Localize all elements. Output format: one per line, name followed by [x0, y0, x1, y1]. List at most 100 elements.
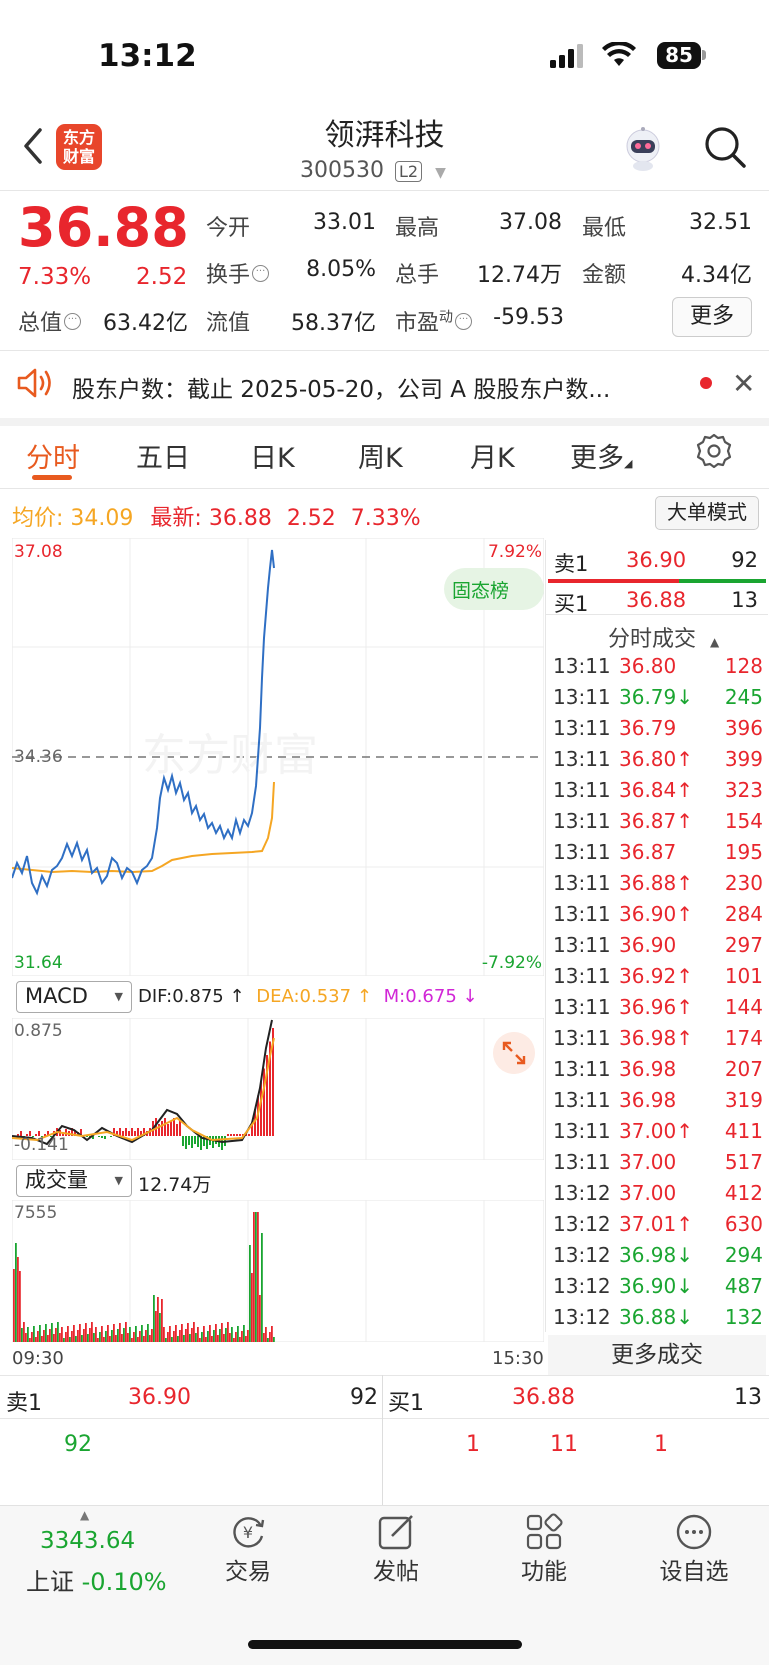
gear-icon[interactable]	[695, 432, 733, 470]
tick-volume: 132	[724, 1305, 763, 1329]
tick-time: 13:11	[553, 902, 611, 926]
sell1-price: 36.90	[626, 548, 687, 572]
robot-assistant-icon[interactable]	[618, 124, 668, 174]
tick-price: 37.00↑	[619, 1119, 693, 1143]
tick-arrow: ↑	[676, 809, 694, 833]
tick-row: 13:11 36.98 207	[553, 1057, 763, 1088]
avg-value: 34.09	[70, 506, 134, 531]
macd-bar	[137, 1128, 139, 1136]
tick-price-value: 36.79	[619, 716, 677, 740]
tab-more[interactable]: 更多◢	[570, 436, 632, 475]
tick-price-value: 36.92	[619, 964, 677, 988]
index-value[interactable]: 3343.64	[40, 1528, 135, 1554]
volume-bar	[187, 1323, 189, 1342]
macd-dea: DEA:0.537 ↑	[256, 986, 372, 1007]
macd-bar	[122, 1131, 124, 1136]
svg-text:¥: ¥	[243, 1523, 253, 1542]
turnover-label[interactable]: 换手 ···	[206, 257, 270, 289]
tick-volume: 128	[724, 654, 763, 678]
tick-price: 36.90	[619, 933, 676, 957]
volume-bar	[81, 1335, 83, 1342]
index-ticker[interactable]: 上证 -0.10%	[26, 1562, 167, 1597]
more-button[interactable]: 更多	[672, 297, 752, 337]
macd-chart[interactable]: 0.875 -0.141	[12, 1018, 544, 1160]
volume-bar	[219, 1329, 221, 1342]
macd-dropdown[interactable]: MACD ▼	[16, 981, 132, 1013]
volume-bar	[207, 1331, 209, 1342]
intraday-chart[interactable]: 东方财富 37.08 34.36 31.64 7.92% -7.92% 固态榜	[12, 538, 544, 976]
tick-trades-header[interactable]: 分时成交 ▲	[608, 621, 719, 653]
tick-time: 13:11	[553, 1119, 611, 1143]
macd-bar	[128, 1131, 130, 1136]
volume-bar	[121, 1334, 123, 1342]
pe-label[interactable]: 市盈动 ···	[395, 305, 473, 337]
search-icon[interactable]	[702, 124, 748, 170]
close-icon[interactable]: ✕	[732, 367, 755, 400]
volume-bar	[231, 1327, 233, 1342]
tick-price-value: 36.87	[619, 840, 677, 864]
tab-intraday[interactable]: 分时	[26, 436, 80, 475]
volume-bar	[89, 1328, 91, 1342]
volume-bar	[93, 1333, 95, 1342]
tick-price: 37.00	[619, 1150, 676, 1174]
pct-axis-bottom: -7.92%	[482, 953, 542, 973]
home-indicator[interactable]	[248, 1640, 522, 1649]
volume-bar	[91, 1322, 93, 1342]
notice-text[interactable]: 股东户数：截止 2025-05-20，公司 A 股股东户数...	[72, 370, 662, 404]
quote-divider	[0, 350, 769, 351]
more-trades-button[interactable]: 更多成交	[548, 1335, 766, 1375]
tab-weekly-k[interactable]: 周K	[358, 436, 403, 475]
tick-row: 13:11 36.80↑ 399	[553, 747, 763, 778]
volume-bar	[115, 1335, 117, 1342]
volume-bar	[143, 1336, 145, 1342]
tick-trades-title: 分时成交	[608, 627, 697, 652]
tick-arrow: ↓	[676, 685, 694, 709]
volume-bar	[191, 1328, 193, 1342]
tick-price-value: 36.88	[619, 1305, 677, 1329]
volume-bar	[23, 1322, 25, 1342]
volume-bar	[155, 1311, 157, 1342]
battery-tip	[702, 50, 706, 60]
queue-buy-order: 1	[466, 1432, 480, 1457]
nav-watchlist[interactable]: 设自选	[644, 1512, 744, 1586]
pct-axis-top: 7.92%	[488, 542, 542, 562]
latest-value: 36.88	[208, 506, 272, 531]
tab-five-day[interactable]: 五日	[136, 436, 190, 475]
tick-arrow: ↓	[676, 1243, 694, 1267]
tick-price: 36.90↑	[619, 902, 693, 926]
volume-dropdown[interactable]: 成交量 ▼	[16, 1165, 132, 1197]
nav-trade[interactable]: ¥ 交易	[198, 1512, 298, 1586]
tick-volume: 319	[724, 1088, 763, 1112]
tick-volume: 101	[724, 964, 763, 988]
tick-price: 36.79↓	[619, 685, 693, 709]
volume-bar	[51, 1323, 53, 1342]
volume-bar	[87, 1334, 89, 1342]
volume-bar	[259, 1295, 261, 1342]
nav-post[interactable]: 发帖	[346, 1512, 446, 1586]
nav-function[interactable]: 功能	[494, 1512, 594, 1586]
header-divider	[0, 190, 769, 191]
big-order-mode-button[interactable]: 大单模式	[655, 496, 759, 530]
volume-chart[interactable]: 7555	[12, 1200, 544, 1342]
volume-bar	[201, 1332, 203, 1342]
stock-code-row[interactable]: 300530 L2 ▼	[300, 158, 446, 183]
solid-state-rank-badge[interactable]: 固态榜	[452, 580, 509, 602]
tab-daily-k[interactable]: 日K	[250, 436, 295, 475]
tick-time: 13:12	[553, 1243, 611, 1267]
volume-bar	[35, 1337, 37, 1342]
tick-price: 36.98	[619, 1088, 676, 1112]
tick-price: 36.88↓	[619, 1305, 693, 1329]
volume-bar	[147, 1324, 149, 1342]
volume-bar	[255, 1212, 257, 1342]
volume-bar	[263, 1333, 265, 1342]
tab-monthly-k[interactable]: 月K	[470, 436, 515, 475]
volume-bar	[271, 1326, 273, 1342]
market-cap-label[interactable]: 总值 ···	[18, 305, 82, 337]
volume-bar	[227, 1322, 229, 1342]
signal-icon	[550, 44, 583, 68]
macd-dif: DIF:0.875 ↑	[138, 986, 245, 1007]
macd-bar	[239, 1134, 241, 1136]
macd-bar	[125, 1128, 127, 1136]
expand-icon[interactable]	[493, 1032, 535, 1074]
volume-bar	[79, 1324, 81, 1342]
